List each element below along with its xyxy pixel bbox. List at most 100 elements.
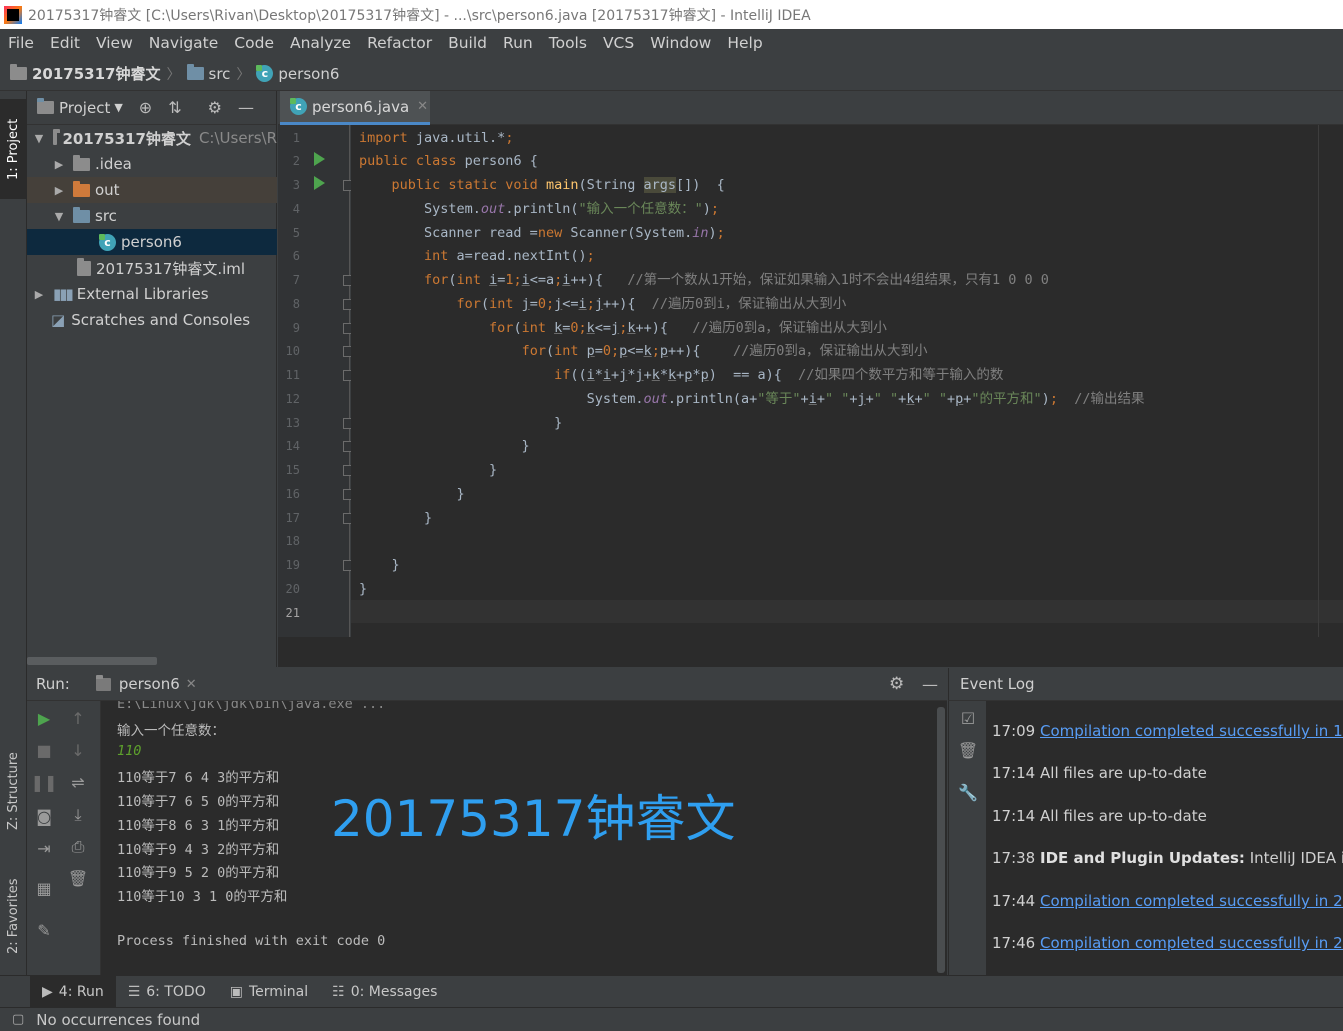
breadcrumb-file[interactable]: c person6 (256, 65, 339, 83)
menu-navigate[interactable]: Navigate (145, 34, 223, 52)
console-result-line: 110等于7 6 5 0的平方和 (117, 794, 280, 810)
menu-window[interactable]: Window (646, 34, 715, 52)
tab-person6-java[interactable]: c person6.java ✕ (280, 91, 430, 125)
tree-item-idea[interactable]: ▶ .idea (27, 151, 277, 177)
tab-todo[interactable]: ☰ 6: TODO (116, 976, 218, 1008)
project-tool-tab[interactable]: 1: Project (0, 99, 27, 199)
scroll-to-end-icon[interactable]: ⤓ (61, 805, 95, 825)
tree-item-scratches[interactable]: ◪ Scratches and Consoles (27, 307, 277, 333)
code-editor[interactable]: import java.util.*; public class person6… (351, 125, 1343, 637)
code-line-20: } (359, 581, 368, 597)
project-panel-header: Project ▼ ⊕ ⇅ ⚙ — (27, 91, 276, 125)
run-class-icon[interactable] (314, 152, 325, 166)
right-margin-guide (1318, 125, 1319, 637)
intellij-logo-icon (4, 5, 22, 24)
vertical-scrollbar[interactable] (937, 707, 945, 973)
collapsed-arrow-icon[interactable]: ▶ (51, 158, 67, 171)
project-view-dropdown[interactable]: Project (59, 99, 110, 117)
menu-analyze[interactable]: Analyze (286, 34, 355, 52)
event-link[interactable]: Compilation completed successfully in 2 … (1040, 934, 1343, 952)
line-number: 19 (285, 558, 300, 572)
editor-tab-bar: c person6.java ✕ (278, 91, 1343, 125)
menu-code[interactable]: Code (230, 34, 278, 52)
print-icon[interactable]: ⎙ (61, 837, 95, 857)
tree-item-external-libraries[interactable]: ▶ ▮▮▮ External Libraries (27, 281, 277, 307)
terminal-icon: ▣ (229, 983, 243, 1000)
menu-edit[interactable]: Edit (46, 34, 84, 52)
folder-icon (186, 64, 204, 80)
module-file-icon (77, 257, 91, 276)
code-line-15: } (359, 462, 498, 478)
line-number: 6 (292, 249, 300, 263)
collapsed-arrow-icon[interactable]: ▶ (51, 184, 67, 197)
tree-item-project-root[interactable]: ▼ 20175317钟睿文 C:\Users\R (27, 125, 277, 151)
mark-read-icon[interactable]: ☑ (951, 709, 985, 728)
up-arrow-icon[interactable]: ↑ (61, 709, 95, 728)
layout-icon[interactable]: ▦ (27, 879, 61, 898)
structure-tool-tab[interactable]: Z: Structure (0, 741, 27, 841)
minimize-icon[interactable]: — (922, 675, 938, 694)
tab-run[interactable]: ▶ 4: Run (30, 975, 116, 1008)
tab-terminal[interactable]: ▣ Terminal (218, 976, 320, 1008)
menu-tools[interactable]: Tools (545, 34, 591, 52)
run-tab-person6[interactable]: person6 ✕ (95, 674, 197, 693)
expanded-arrow-icon[interactable]: ▼ (31, 132, 47, 145)
menu-build[interactable]: Build (444, 34, 491, 52)
close-icon[interactable]: ✕ (186, 677, 197, 692)
gear-icon[interactable]: ⚙ (889, 674, 904, 694)
breadcrumb-project[interactable]: 20175317钟睿文 (10, 63, 161, 84)
line-number: 9 (292, 321, 300, 335)
favorites-tool-tab[interactable]: 2: Favorites (0, 866, 27, 966)
pause-icon[interactable]: ❚❚ (27, 773, 61, 792)
menu-vcs[interactable]: VCS (599, 34, 638, 52)
line-number: 8 (292, 297, 300, 311)
minimize-icon[interactable]: — (238, 98, 254, 117)
chevron-down-icon[interactable]: ▼ (114, 101, 122, 114)
event-link[interactable]: Compilation completed successfully in 1 … (1040, 722, 1343, 740)
tab-messages[interactable]: ☷ 0: Messages (320, 976, 449, 1008)
horizontal-scrollbar[interactable] (27, 657, 157, 665)
menu-view[interactable]: View (92, 34, 137, 52)
console-result-line: 110等于8 6 3 1的平方和 (117, 818, 280, 834)
menu-file[interactable]: File (4, 34, 38, 52)
project-folder-icon (53, 128, 61, 145)
breadcrumb-src[interactable]: src (186, 64, 230, 83)
tool-windows-toggle-icon[interactable]: ▢ (12, 1012, 24, 1027)
wrench-icon[interactable]: 🔧 (951, 783, 985, 802)
down-arrow-icon[interactable]: ↓ (61, 741, 95, 760)
tree-item-iml[interactable]: 20175317钟睿文.iml (27, 255, 277, 281)
camera-icon[interactable]: ◙ (27, 807, 61, 826)
expanded-arrow-icon[interactable]: ▼ (51, 210, 67, 223)
run-toolbar-primary: ▶ ■ ❚❚ ◙ ⇥ ▦ ✎ (27, 701, 61, 975)
trash-icon[interactable]: 🗑 (61, 869, 95, 888)
locate-target-icon[interactable]: ⊕ (139, 98, 152, 117)
close-icon[interactable]: ✕ (417, 99, 428, 114)
gear-icon[interactable]: ⚙ (208, 98, 222, 117)
run-main-icon[interactable] (314, 176, 325, 190)
source-folder-icon (73, 206, 90, 223)
watermark-text: 20175317钟睿文 (331, 790, 736, 848)
trash-icon[interactable]: 🗑 (951, 741, 985, 760)
event-link[interactable]: Compilation completed successfully in 2 … (1040, 892, 1343, 910)
login-icon[interactable]: ⇥ (27, 839, 61, 858)
collapse-all-icon[interactable]: ⇅ (168, 98, 181, 117)
tree-item-src[interactable]: ▼ src (27, 203, 277, 229)
stop-icon[interactable]: ■ (27, 741, 61, 760)
menu-refactor[interactable]: Refactor (363, 34, 436, 52)
tree-item-out[interactable]: ▶ out (27, 177, 277, 203)
pin-icon[interactable]: ✎ (27, 921, 61, 940)
tree-item-person6[interactable]: c person6 (27, 229, 277, 255)
bottom-tool-tabs: ▶ 4: Run ☰ 6: TODO ▣ Terminal ☷ 0: Messa… (0, 975, 1343, 1008)
line-number: 12 (285, 392, 300, 406)
console-output[interactable]: E:\Linux\jdk\jdk\bin\java.exe ... 输入一个任意… (101, 701, 947, 975)
menu-run[interactable]: Run (499, 34, 537, 52)
line-number: 3 (292, 178, 300, 192)
soft-wrap-icon[interactable]: ⇌ (61, 773, 95, 792)
console-command-line: E:\Linux\jdk\jdk\bin\java.exe ... (117, 701, 386, 712)
menu-help[interactable]: Help (723, 34, 766, 52)
event-log-header: Event Log (948, 668, 1343, 701)
rerun-icon[interactable]: ▶ (27, 709, 61, 728)
event-entry: 17:44 Compilation completed successfully… (992, 892, 1343, 910)
collapsed-arrow-icon[interactable]: ▶ (31, 288, 47, 301)
run-config-icon (95, 674, 111, 691)
